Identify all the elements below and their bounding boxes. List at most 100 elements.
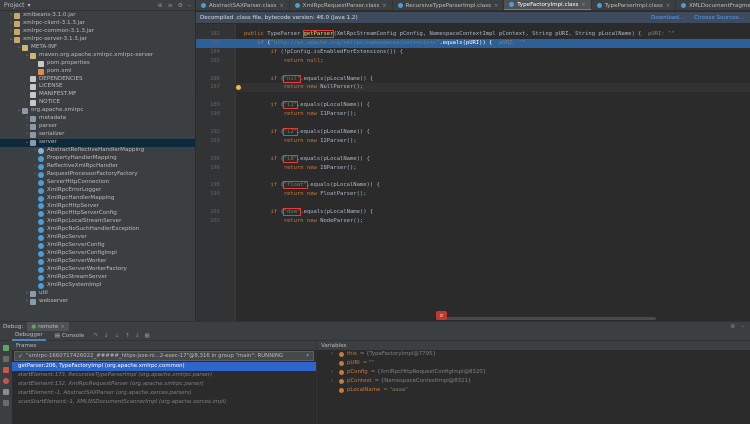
tree-item[interactable]: XmlRpcHandlerMapping [0, 195, 195, 203]
tree-item[interactable]: XmlRpcServerWorkerFactory [0, 266, 195, 274]
gear-icon[interactable]: ⚙ [730, 324, 735, 330]
frame-item[interactable]: startElement:-1, AbstractSAXParser (org.… [12, 389, 316, 398]
thread-selector[interactable]: ✔ "xmlrpc-1660717426022_#####_https-jsse… [14, 351, 314, 361]
chevron-right-icon[interactable]: › [331, 377, 336, 386]
project-title[interactable]: Project [4, 2, 25, 9]
mute-breakpoints-icon[interactable] [3, 389, 9, 395]
tree-item[interactable]: › ReflectiveXmlRpcHandler [0, 163, 195, 171]
tree-item[interactable]: ⌄ xmlrpc-server-3.1.3.jar [0, 36, 195, 44]
force-step-into-icon[interactable]: ⇣ [115, 333, 120, 339]
tree-item[interactable]: XmlRpcHttpServerConfig [0, 210, 195, 218]
scrollbar-thumb[interactable] [436, 317, 656, 320]
tree-item[interactable]: ⌄ server [0, 139, 195, 147]
tree-item[interactable]: LICENSE [0, 83, 195, 91]
variable-row[interactable]: › pContext = {NamespaceContextImpl@8321} [317, 377, 750, 386]
editor-tab[interactable]: XMLDocumentFragmentSca× [676, 0, 750, 10]
tree-item[interactable]: XmlRpcErrorLogger [0, 187, 195, 195]
search-icon[interactable]: ⌕ [436, 311, 447, 320]
close-icon[interactable]: × [581, 2, 585, 8]
tree-item[interactable]: MANIFEST.MF [0, 91, 195, 99]
chevron-down-icon[interactable]: ▾ [28, 2, 31, 9]
tree-item[interactable]: XmlRpcServerConfigImpl [0, 250, 195, 258]
pkg-icon [30, 298, 36, 305]
tree-item[interactable]: pom.properties [0, 60, 195, 68]
evaluate-icon[interactable]: ▦ [144, 333, 149, 339]
breakpoints-icon[interactable] [3, 378, 9, 384]
step-over-icon[interactable]: ↷ [93, 333, 98, 339]
tree-item[interactable]: › RequestProcessorFactoryFactory [0, 171, 195, 179]
code-token: public [244, 31, 268, 37]
download-link[interactable]: Download... [651, 15, 684, 21]
pause-icon[interactable] [3, 356, 9, 362]
tree-item[interactable]: ⌄ maven.org.apache.xmlrpc.xmlrpc-server [0, 52, 195, 60]
globe-icon[interactable]: ⊕ [158, 2, 163, 9]
chevron-right-icon[interactable]: › [331, 350, 336, 359]
tree-item-label: AbstractReflectiveHandlerMapping [47, 146, 145, 153]
tree-item[interactable]: XmlRpcHttpServer [0, 203, 195, 211]
tree-item[interactable]: XmlRpcServerConfig [0, 242, 195, 250]
code-editor[interactable]: 182 public TypeParser getParser(XmlRpcStr… [196, 24, 750, 321]
tree-item[interactable]: XmlRpcServerWorker [0, 258, 195, 266]
step-into-icon[interactable]: ↓ [104, 333, 109, 339]
close-icon[interactable]: × [666, 3, 670, 9]
frame-item[interactable]: scanStartElement:-1, XMLNSDocumentScanne… [12, 398, 316, 407]
editor-tab[interactable]: AbstractSAXParser.class × [196, 0, 290, 10]
collapse-icon[interactable]: ≡ [168, 2, 173, 9]
tree-item[interactable]: ServerHttpConnection [0, 179, 195, 187]
minimize-icon[interactable]: – [741, 324, 744, 330]
cls-icon [38, 187, 44, 194]
tab-debugger[interactable]: Debugger [12, 331, 46, 341]
tree-item[interactable]: PropertyHandlerMapping [0, 155, 195, 163]
tree-item[interactable]: pom.xml [0, 68, 195, 76]
close-icon[interactable]: × [382, 3, 386, 9]
tree-item[interactable]: › xmlbeans-3.1.0.jar [0, 12, 195, 20]
variable-row[interactable]: › this = {TypeFactoryImpl@7795} [317, 350, 750, 359]
editor-tab[interactable]: TypeFactoryImpl.class × [504, 0, 592, 10]
tree-item[interactable]: ⌄ META-INF [0, 44, 195, 52]
editor-tab[interactable]: XmlRpcRequestParser.class × [290, 0, 393, 10]
tree-item[interactable]: › webserver [0, 298, 195, 306]
editor-tab[interactable]: RecursiveTypeParserImpl.class × [393, 0, 505, 10]
step-out-icon[interactable]: ↑ [125, 333, 130, 339]
resume-icon[interactable] [3, 345, 9, 351]
variable-row[interactable]: › pConfig = {XmlRpcHttpRequestConfigImpl@8… [317, 368, 750, 377]
tree-item[interactable]: XmlRpcServer [0, 234, 195, 242]
close-icon[interactable]: × [494, 3, 498, 9]
tree-item[interactable]: ⌄ org.apache.xmlrpc [0, 107, 195, 115]
run-to-cursor-icon[interactable]: ⤓ [136, 332, 138, 339]
variables-panel: Variables › this = {TypeFactoryImpl@7795} p… [317, 341, 750, 424]
code-token: "dom" [282, 208, 302, 216]
cls-icon [38, 211, 44, 218]
tree-item[interactable]: XmlRpcSystemImpl [0, 282, 195, 290]
tree-item[interactable]: › parser [0, 123, 195, 131]
close-icon[interactable]: × [279, 3, 283, 9]
close-icon[interactable]: × [60, 324, 65, 330]
tree-item[interactable]: › AbstractReflectiveHandlerMapping [0, 147, 195, 155]
frame-item[interactable]: getParser:206, TypeFactoryImpl (org.apac… [12, 362, 316, 371]
chevron-down-icon[interactable]: ▾ [302, 353, 313, 359]
tree-item[interactable]: › xmlrpc-client-3.1.3.jar [0, 20, 195, 28]
frame-item[interactable]: startElement:132, XmlRpcRequestParser (o… [12, 380, 316, 389]
tree-item[interactable]: › serializer [0, 131, 195, 139]
tree-item[interactable]: › metadata [0, 115, 195, 123]
choose-sources-link[interactable]: Choose Sources... [694, 15, 744, 21]
variable-row[interactable]: pLocalName = "aaaa" [317, 386, 750, 395]
variable-row[interactable]: pURI = "" [317, 359, 750, 368]
minimize-icon[interactable]: – [188, 2, 191, 9]
tree-item[interactable]: DEPENDENCIES [0, 76, 195, 84]
tree-item[interactable]: XmlRpcStreamServer [0, 274, 195, 282]
editor-tab[interactable]: TypeParserImpl.class × [592, 0, 677, 10]
chevron-right-icon[interactable]: › [331, 368, 336, 377]
tree-item[interactable]: › xmlrpc-common-3.1.3.jar [0, 28, 195, 36]
stop-icon[interactable] [3, 367, 9, 373]
tree-item[interactable]: › util [0, 290, 195, 298]
gear-icon[interactable]: ⚙ [178, 2, 183, 9]
tree-item-label: XmlRpcHttpServerConfig [47, 210, 117, 217]
frame-item[interactable]: startElement:173, RecursiveTypeParserImp… [12, 371, 316, 380]
tree-item[interactable]: XmlRpcLocalStreamServer [0, 218, 195, 226]
settings-icon[interactable] [3, 400, 9, 406]
tree-item[interactable]: NOTICE [0, 99, 195, 107]
tab-console[interactable]: ▤ Console [52, 331, 88, 341]
tree-item[interactable]: XmlRpcNoSuchHandlerException [0, 226, 195, 234]
